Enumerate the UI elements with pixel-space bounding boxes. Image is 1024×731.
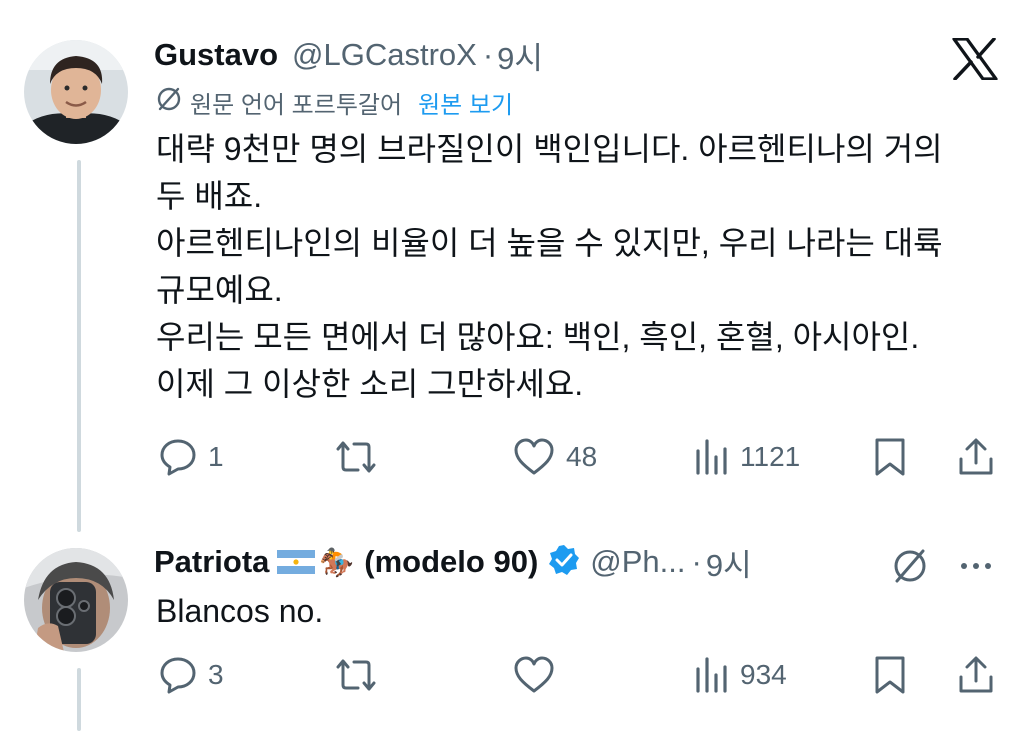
author-name[interactable]: Gustavo [154,37,278,73]
share-button[interactable] [956,436,996,478]
dot-separator: · [482,37,494,72]
tweet2-text: Blancos no. [156,593,324,629]
verified-badge-icon [548,544,580,581]
author-name-suffix[interactable]: (modelo 90) [364,544,538,580]
bookmark-icon [872,437,908,477]
view-original-link[interactable]: 원본 보기 [418,85,513,120]
timestamp[interactable]: 9시 [706,540,752,585]
share-button[interactable] [956,654,996,696]
timestamp[interactable]: 9시 [497,33,543,78]
translate-icon[interactable] [890,546,930,586]
reply-count: 3 [208,659,224,690]
reply-icon [158,655,198,695]
dot-separator: · [691,544,702,579]
like-count: 48 [566,441,598,472]
reply-button[interactable]: 3 [158,654,224,696]
bookmark-button[interactable] [872,436,908,478]
translation-note: 원문 언어 포르투갈어 [190,91,403,119]
tweet2-header: Patriota 🏇 (modelo 90) @Ph... · 9시 [154,540,752,584]
translation-bar: 원문 언어 포르투갈어 원본 보기 [156,85,513,120]
reply-button[interactable]: 1 [158,436,224,478]
avatar-patriota[interactable] [24,548,128,652]
tweet1-text: 대략 9천만 명의 브라질인이 백인입니다. 아르헨티나의 거의 두 배죠. 아… [156,131,943,402]
like-icon [512,655,556,695]
thread-line-top [77,160,81,532]
views-icon [694,655,730,695]
retweet-icon [332,655,380,695]
thread-line-bottom [77,668,81,731]
share-icon [956,437,996,477]
argentina-flag-icon [277,550,316,574]
views-button[interactable]: 1121 [694,436,800,478]
views-count: 1121 [740,441,801,472]
translate-icon [156,86,182,119]
bookmark-icon [872,655,908,695]
horse-racing-emoji: 🏇 [319,546,355,578]
like-icon [512,437,556,477]
author-name[interactable]: Patriota [154,544,269,580]
like-button[interactable]: 48 [512,436,597,478]
author-handle[interactable]: @LGCastroX [292,37,477,73]
reply-icon [158,437,198,477]
retweet-button[interactable] [332,654,390,696]
retweet-icon [332,437,380,477]
bookmark-button[interactable] [872,654,908,696]
x-logo-icon[interactable] [952,37,998,81]
views-button[interactable]: 934 [694,654,787,696]
share-icon [956,655,996,695]
like-button[interactable] [512,654,566,696]
views-icon [694,437,730,477]
more-icon[interactable] [956,554,996,578]
tweet1-header: Gustavo @LGCastroX · 9시 [154,34,543,76]
avatar-gustavo[interactable] [24,40,128,144]
views-count: 934 [740,659,787,690]
reply-count: 1 [208,441,224,472]
author-handle[interactable]: @Ph... [590,544,685,580]
retweet-button[interactable] [332,436,390,478]
